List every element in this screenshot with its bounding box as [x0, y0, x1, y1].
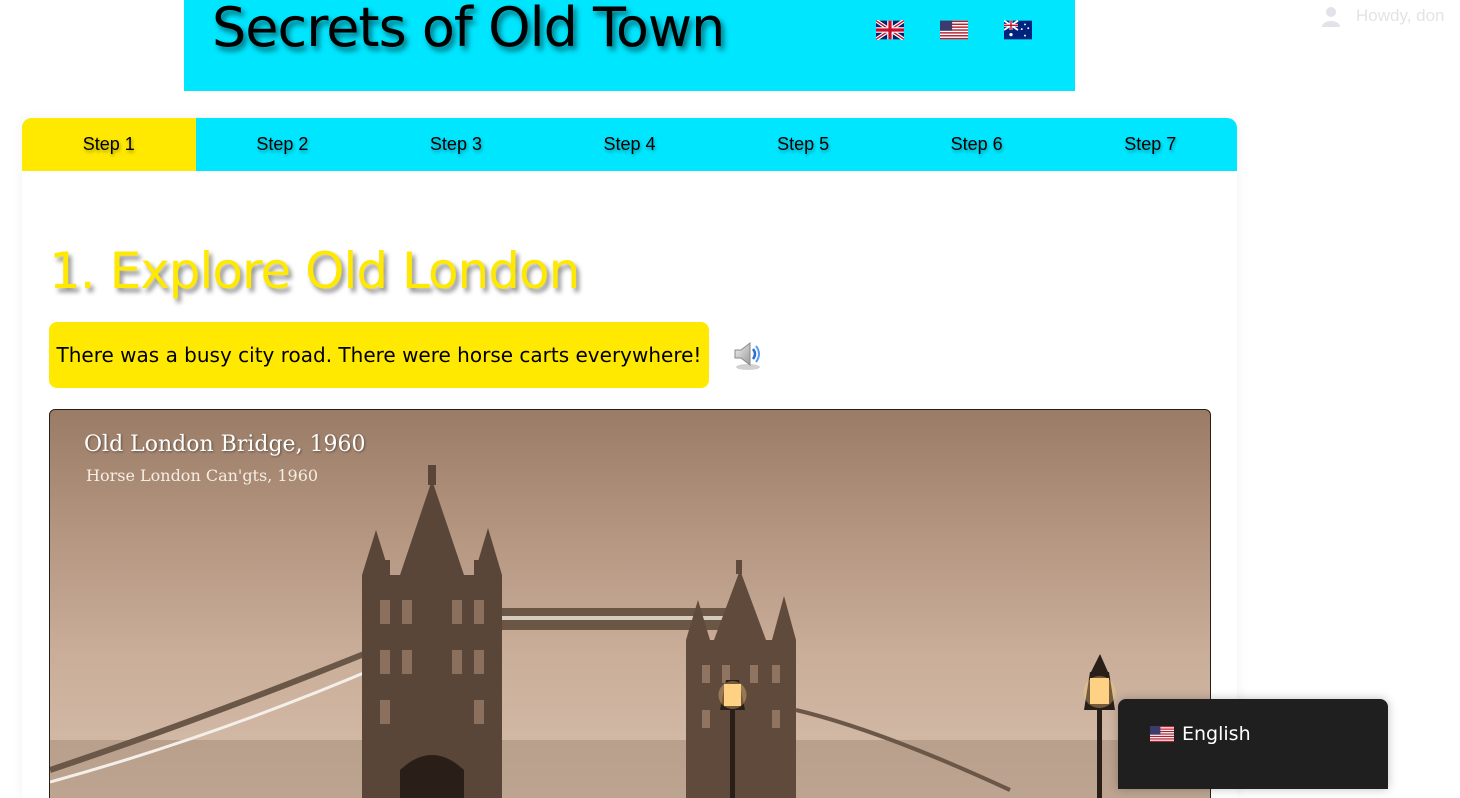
site-header-banner: Secrets of Old Town [184, 0, 1075, 91]
caption-box: There was a busy city road. There were h… [49, 322, 709, 388]
tower-bridge-photo: Old London Bridge, 1960 Horse London Can… [49, 409, 1211, 798]
step-heading: 1. Explore Old London [49, 242, 580, 300]
speaker-icon[interactable] [730, 338, 764, 372]
tab-step-7[interactable]: Step 7 [1063, 118, 1237, 171]
story-card: Step 1 Step 2 Step 3 Step 4 Step 5 Step … [22, 118, 1237, 798]
tab-step-4[interactable]: Step 4 [543, 118, 717, 171]
uk-flag-icon[interactable] [876, 20, 904, 40]
tab-step-1[interactable]: Step 1 [22, 118, 196, 171]
photo-title-main: Old London Bridge [84, 432, 296, 457]
photo-title-year: , 1960 [295, 432, 366, 457]
greeting-text: Howdy, don [1356, 6, 1445, 25]
tab-step-6[interactable]: Step 6 [890, 118, 1064, 171]
us-flag-icon[interactable] [940, 20, 968, 40]
language-switcher[interactable]: English [1118, 699, 1388, 789]
tab-step-2[interactable]: Step 2 [196, 118, 370, 171]
australia-flag-icon[interactable] [1004, 20, 1032, 40]
step-tabs: Step 1 Step 2 Step 3 Step 4 Step 5 Step … [22, 118, 1237, 171]
user-avatar-icon [1322, 7, 1340, 27]
photo-subtitle: Horse London Can'gts, 1960 [86, 466, 319, 485]
caption-text: There was a busy city road. There were h… [56, 343, 702, 367]
language-label: English [1182, 723, 1251, 745]
admin-greeting[interactable]: Howdy, don [1320, 4, 1445, 28]
photo-title: Old London Bridge, 1960 [84, 432, 366, 457]
us-flag-icon [1150, 726, 1174, 742]
tab-step-5[interactable]: Step 5 [716, 118, 890, 171]
site-title: Secrets of Old Town [212, 0, 725, 59]
tab-step-3[interactable]: Step 3 [369, 118, 543, 171]
language-option-english[interactable]: English [1150, 723, 1251, 745]
